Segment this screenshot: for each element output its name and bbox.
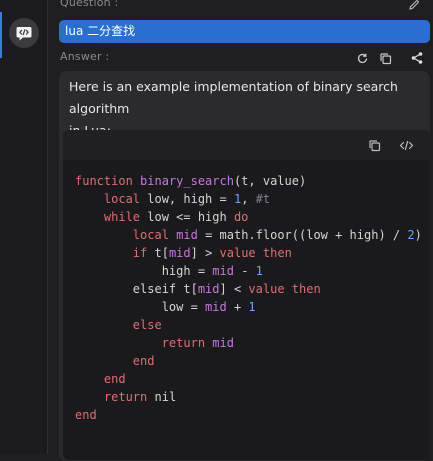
code-token: nil — [147, 390, 177, 404]
share-icon — [411, 52, 423, 64]
code-token: end — [103, 372, 126, 386]
code-line: return mid — [75, 336, 234, 350]
code-token: , — [241, 192, 256, 206]
rail-active-indicator — [0, 12, 2, 58]
refresh-answer-button[interactable] — [354, 50, 370, 66]
code-token: mid — [212, 264, 234, 278]
code-token: mid — [212, 336, 234, 350]
code-token: ] < — [219, 282, 249, 296]
question-text[interactable]: lua 二分查找 — [59, 20, 430, 43]
code-token: mid — [168, 246, 191, 260]
code-token: else — [132, 318, 162, 332]
code-chat-button[interactable] — [9, 18, 39, 48]
code-token: low = — [75, 300, 206, 314]
code-line: function binary_search(t, value) — [75, 174, 306, 188]
code-line: if t[mid] > value then — [75, 246, 292, 260]
code-token: + — [226, 300, 249, 314]
code-token: (t, value) — [233, 174, 307, 188]
pencil-icon — [409, 0, 419, 10]
code-token: low, high = — [140, 192, 234, 206]
code-token: local — [103, 192, 141, 206]
code-token: do — [233, 210, 249, 224]
code-token: mid — [197, 282, 220, 296]
code-token: end — [132, 354, 155, 368]
code-chat-icon — [16, 27, 32, 41]
answer-intro-line-1: Here is an example implementation of bin… — [69, 79, 398, 116]
code-line: return nil — [75, 390, 176, 404]
code-icon — [399, 140, 413, 150]
code-token: t[ — [147, 246, 169, 260]
code-line: local low, high = 1, #t — [75, 192, 270, 206]
code-token: local — [132, 228, 169, 242]
code-token: then — [262, 246, 292, 260]
code-token: = math.floor((low + high) / — [197, 228, 408, 242]
code-token: mid — [205, 300, 227, 314]
code-token: low <= high — [140, 210, 234, 224]
code-token: 1 — [248, 300, 256, 314]
code-token: 2 — [407, 228, 415, 242]
code-token: value — [219, 246, 256, 260]
code-token: #t — [255, 192, 271, 206]
code-token: function — [75, 174, 141, 188]
code-line: end — [75, 408, 97, 422]
refresh-icon — [357, 53, 367, 63]
edit-question-button[interactable] — [406, 0, 422, 13]
code-token: return — [161, 336, 206, 350]
code-token: ] > — [190, 246, 220, 260]
copy-answer-button[interactable] — [377, 50, 393, 66]
code-line: low = mid + 1 — [75, 300, 256, 314]
code-line: elseif t[mid] < value then — [75, 282, 321, 296]
code-line: end — [75, 372, 126, 386]
code-token: return — [103, 390, 148, 404]
code-line: end — [75, 354, 155, 368]
code-token: binary_search — [140, 174, 234, 188]
code-token: end — [75, 408, 97, 422]
code-content: function binary_search(t, value) local l… — [75, 172, 422, 424]
code-token: high = — [75, 264, 213, 278]
code-token: mid — [176, 228, 198, 242]
share-answer-button[interactable] — [409, 50, 425, 66]
copy-icon — [368, 139, 380, 151]
question-label: Question : — [60, 0, 119, 9]
left-rail — [0, 0, 48, 454]
code-token: elseif t[ — [75, 282, 198, 296]
code-token: ) — [414, 228, 422, 242]
code-token: then — [291, 282, 321, 296]
code-line: while low <= high do — [75, 210, 249, 224]
code-token: - — [233, 264, 256, 278]
code-token: while — [103, 210, 141, 224]
copy-code-button[interactable] — [366, 137, 382, 153]
copy-icon — [379, 52, 391, 64]
code-token: 1 — [255, 264, 263, 278]
code-line: else — [75, 318, 162, 332]
view-code-button[interactable] — [398, 137, 414, 153]
code-token: value — [248, 282, 285, 296]
answer-label: Answer : — [60, 50, 110, 63]
code-line: high = mid - 1 — [75, 264, 263, 278]
code-token: if — [132, 246, 148, 260]
code-line: local mid = math.floor((low + high) / 2) — [75, 228, 422, 242]
